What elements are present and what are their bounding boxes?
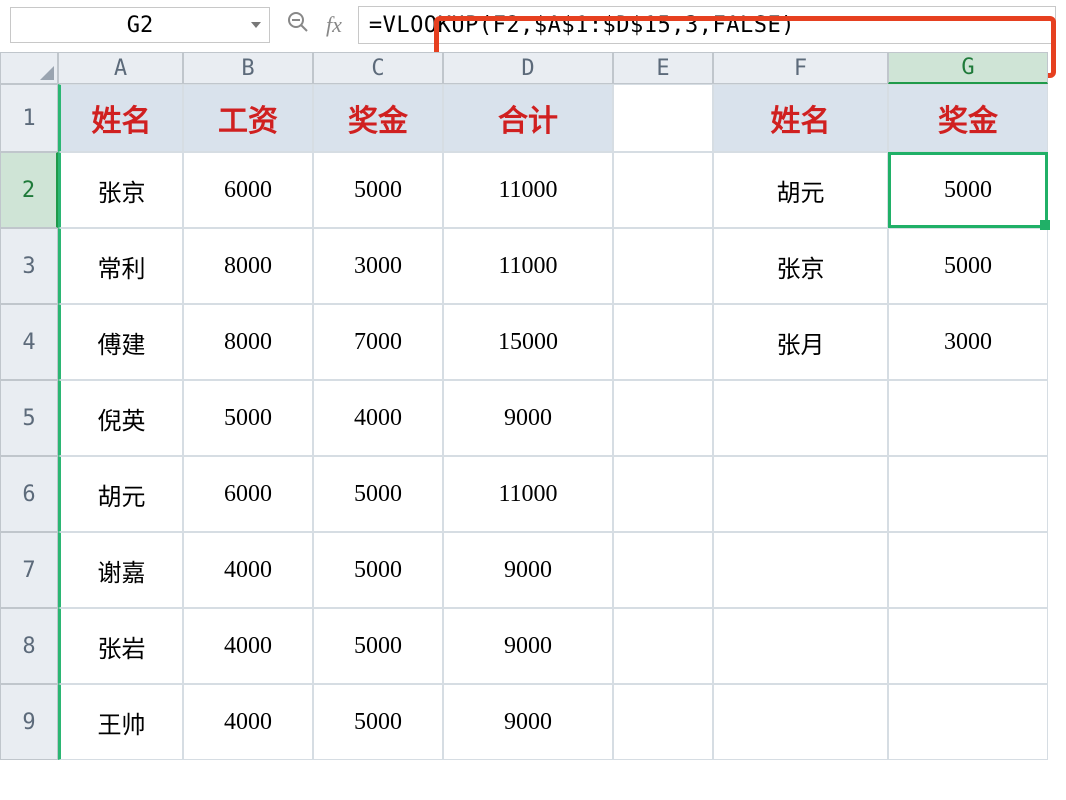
row-header-5[interactable]: 5	[0, 380, 58, 456]
cell-C8[interactable]: 5000	[313, 608, 443, 684]
cell-G1[interactable]: 奖金	[888, 84, 1048, 152]
cell-G8[interactable]	[888, 608, 1048, 684]
cell-B4[interactable]: 8000	[183, 304, 313, 380]
cell-C3[interactable]: 3000	[313, 228, 443, 304]
fx-icon[interactable]: fx	[326, 12, 342, 38]
cell-E2[interactable]	[613, 152, 713, 228]
cell-B5[interactable]: 5000	[183, 380, 313, 456]
cell-B8[interactable]: 4000	[183, 608, 313, 684]
cell-G5[interactable]	[888, 380, 1048, 456]
col-header-F[interactable]: F	[713, 52, 888, 84]
row-header-3[interactable]: 3	[0, 228, 58, 304]
formula-input[interactable]: =VLOOKUP(F2,$A$1:$D$15,3,FALSE)	[358, 6, 1056, 44]
col-header-C[interactable]: C	[313, 52, 443, 84]
cell-A6[interactable]: 胡元	[58, 456, 183, 532]
cell-G7[interactable]	[888, 532, 1048, 608]
cell-F7[interactable]	[713, 532, 888, 608]
cell-E8[interactable]	[613, 608, 713, 684]
cell-G9[interactable]	[888, 684, 1048, 760]
cell-B2[interactable]: 6000	[183, 152, 313, 228]
cell-D3[interactable]: 11000	[443, 228, 613, 304]
cell-C6[interactable]: 5000	[313, 456, 443, 532]
cell-C4[interactable]: 7000	[313, 304, 443, 380]
cell-D4[interactable]: 15000	[443, 304, 613, 380]
cell-A2[interactable]: 张京	[58, 152, 183, 228]
cell-D7[interactable]: 9000	[443, 532, 613, 608]
cell-F6[interactable]	[713, 456, 888, 532]
name-box-text: G2	[127, 13, 154, 38]
cell-F1[interactable]: 姓名	[713, 84, 888, 152]
cell-B6[interactable]: 6000	[183, 456, 313, 532]
cell-F3[interactable]: 张京	[713, 228, 888, 304]
col-header-B[interactable]: B	[183, 52, 313, 84]
cell-E5[interactable]	[613, 380, 713, 456]
cell-A5[interactable]: 倪英	[58, 380, 183, 456]
cell-F8[interactable]	[713, 608, 888, 684]
cell-D6[interactable]: 11000	[443, 456, 613, 532]
cell-C1[interactable]: 奖金	[313, 84, 443, 152]
row-header-9[interactable]: 9	[0, 684, 58, 760]
cell-D2[interactable]: 11000	[443, 152, 613, 228]
formula-bar-area: G2 fx =VLOOKUP(F2,$A$1:$D$15,3,FALSE)	[0, 0, 1066, 52]
cell-A9[interactable]: 王帅	[58, 684, 183, 760]
cell-E7[interactable]	[613, 532, 713, 608]
cell-E4[interactable]	[613, 304, 713, 380]
cell-A8[interactable]: 张岩	[58, 608, 183, 684]
row-header-2[interactable]: 2	[0, 152, 58, 228]
formula-text: =VLOOKUP(F2,$A$1:$D$15,3,FALSE)	[369, 13, 795, 38]
spreadsheet-grid[interactable]: A B C D E F G 1 姓名 工资 奖金 合计 姓名 奖金 2 张京 6…	[0, 52, 1066, 760]
cell-F2[interactable]: 胡元	[713, 152, 888, 228]
cell-B9[interactable]: 4000	[183, 684, 313, 760]
cell-F9[interactable]	[713, 684, 888, 760]
cell-D8[interactable]: 9000	[443, 608, 613, 684]
col-header-E[interactable]: E	[613, 52, 713, 84]
cell-G3[interactable]: 5000	[888, 228, 1048, 304]
cell-B7[interactable]: 4000	[183, 532, 313, 608]
cell-G2[interactable]: 5000	[888, 152, 1048, 228]
row-header-6[interactable]: 6	[0, 456, 58, 532]
name-box[interactable]: G2	[10, 7, 270, 43]
row-header-7[interactable]: 7	[0, 532, 58, 608]
cell-G4[interactable]: 3000	[888, 304, 1048, 380]
cell-C5[interactable]: 4000	[313, 380, 443, 456]
cell-A1[interactable]: 姓名	[58, 84, 183, 152]
cell-E6[interactable]	[613, 456, 713, 532]
row-header-8[interactable]: 8	[0, 608, 58, 684]
select-all-corner[interactable]	[0, 52, 58, 84]
cell-G6[interactable]	[888, 456, 1048, 532]
cell-B3[interactable]: 8000	[183, 228, 313, 304]
row-header-4[interactable]: 4	[0, 304, 58, 380]
row-header-1[interactable]: 1	[0, 84, 58, 152]
cell-C2[interactable]: 5000	[313, 152, 443, 228]
cell-E1[interactable]	[613, 84, 713, 152]
cell-F4[interactable]: 张月	[713, 304, 888, 380]
cell-C7[interactable]: 5000	[313, 532, 443, 608]
cell-F5[interactable]	[713, 380, 888, 456]
cell-A3[interactable]: 常利	[58, 228, 183, 304]
cell-C9[interactable]: 5000	[313, 684, 443, 760]
cell-A7[interactable]: 谢嘉	[58, 532, 183, 608]
col-header-A[interactable]: A	[58, 52, 183, 84]
cell-A4[interactable]: 傅建	[58, 304, 183, 380]
col-header-D[interactable]: D	[443, 52, 613, 84]
chevron-down-icon[interactable]	[251, 22, 261, 28]
zoom-out-icon[interactable]	[286, 10, 310, 40]
cell-D9[interactable]: 9000	[443, 684, 613, 760]
col-header-G[interactable]: G	[888, 52, 1048, 84]
cell-E9[interactable]	[613, 684, 713, 760]
cell-B1[interactable]: 工资	[183, 84, 313, 152]
cell-D1[interactable]: 合计	[443, 84, 613, 152]
cell-D5[interactable]: 9000	[443, 380, 613, 456]
cell-E3[interactable]	[613, 228, 713, 304]
